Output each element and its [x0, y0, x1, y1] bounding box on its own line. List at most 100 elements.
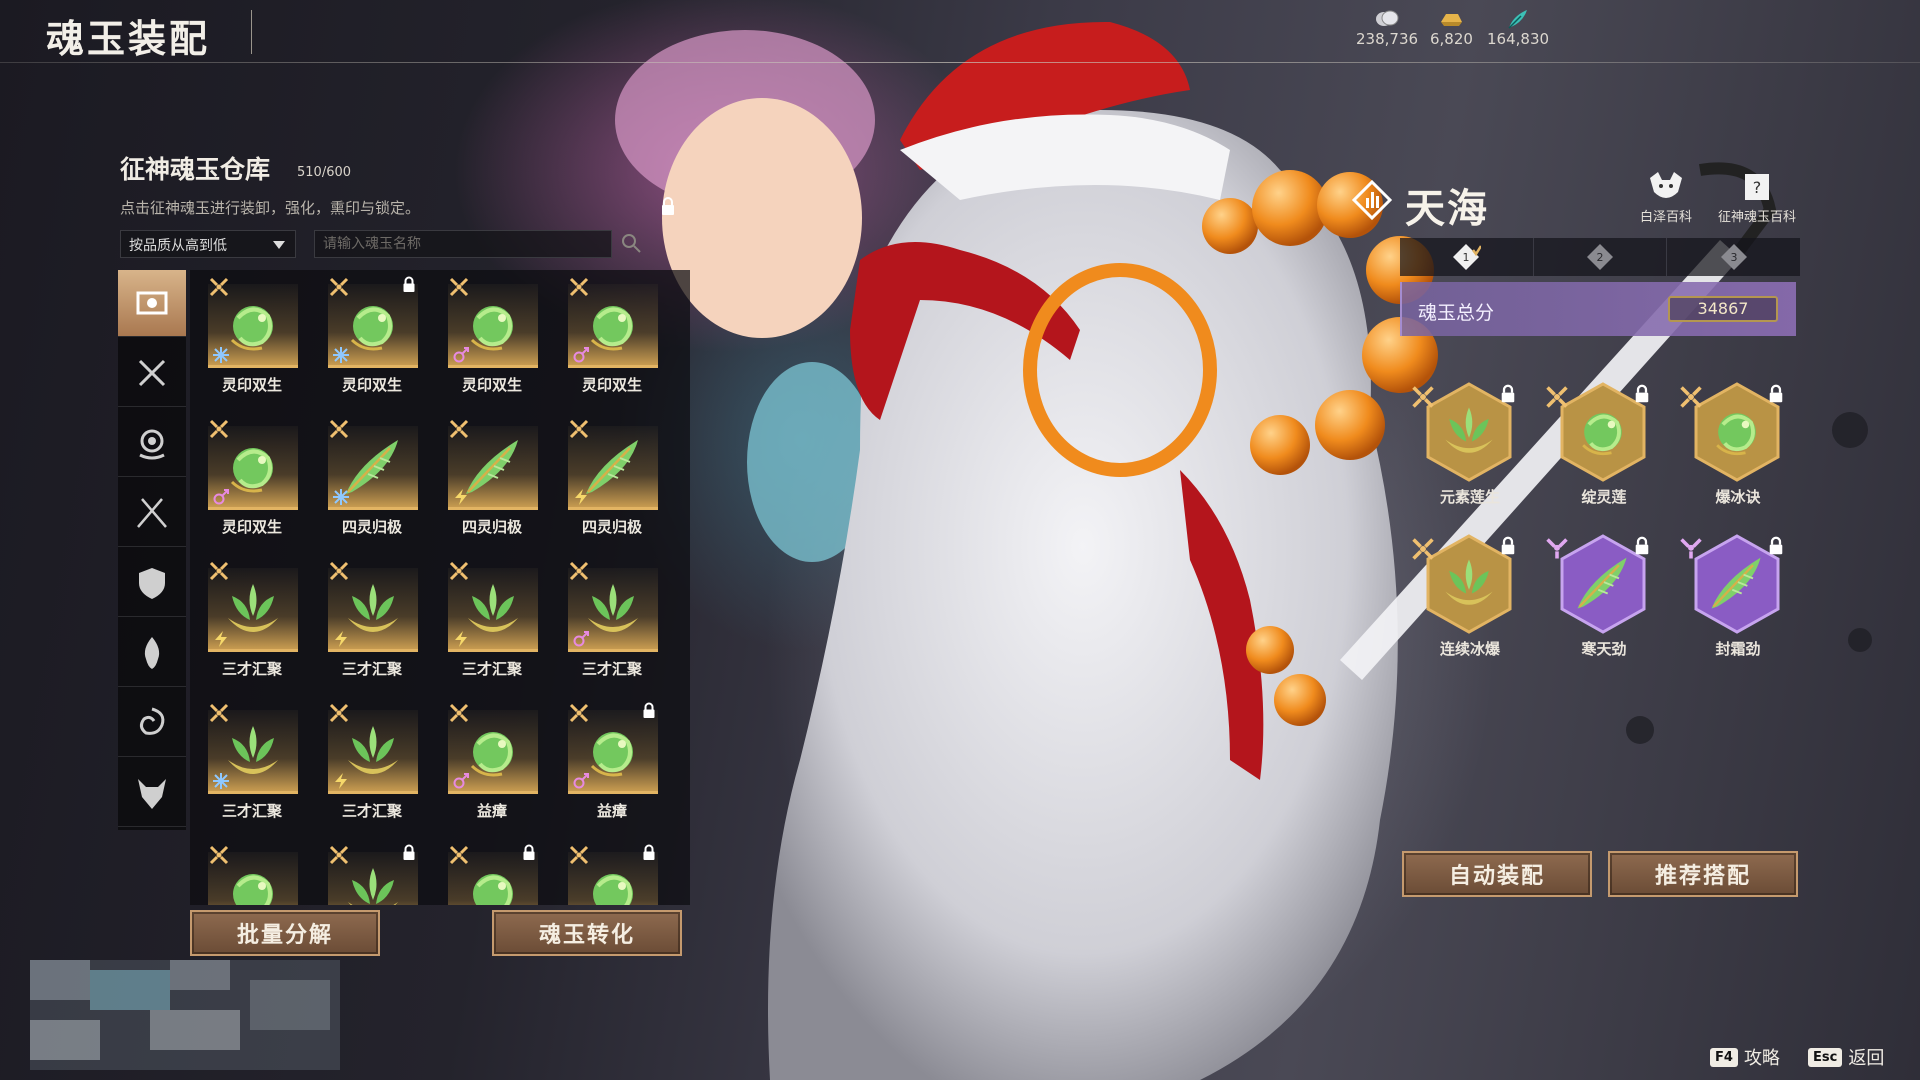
- lightning-element-icon: [332, 772, 350, 790]
- gender-element-icon: [212, 488, 230, 506]
- character-name: 天海: [1405, 186, 1489, 232]
- soul-jade-item[interactable]: 三才汇聚: [204, 700, 300, 825]
- soul-jade-item[interactable]: 三才汇聚: [564, 558, 660, 683]
- set-2-tab[interactable]: 2: [1534, 238, 1668, 276]
- soul-jade-item[interactable]: 三才汇聚: [444, 558, 540, 683]
- equipped-slot[interactable]: 寒天劲: [1544, 534, 1664, 664]
- soul-jade-item[interactable]: 四灵归极: [564, 416, 660, 541]
- hotkey-guide[interactable]: F4 攻略: [1710, 1044, 1780, 1070]
- rarity-tag-icon: [448, 844, 470, 866]
- tab-demon[interactable]: [118, 760, 186, 827]
- slot-gem-icon: [1570, 400, 1636, 462]
- equipped-slot[interactable]: 绽灵莲: [1544, 382, 1664, 512]
- search-icon[interactable]: [620, 232, 642, 254]
- item-name: 三才汇聚: [341, 660, 402, 678]
- item-name: 四灵归极: [341, 518, 402, 536]
- tab-spiral[interactable]: [118, 410, 186, 477]
- soul-jade-item[interactable]: 三才汇聚: [204, 558, 300, 683]
- slot-gem-icon: [1436, 552, 1502, 614]
- decompose-button[interactable]: 批量分解: [190, 910, 380, 956]
- soul-jade-item[interactable]: 益瘴: [444, 700, 540, 825]
- sort-selected: 按品质从高到低: [129, 238, 227, 254]
- currency-gold: 6,820: [1430, 8, 1473, 48]
- prayer-beads: [1023, 170, 1438, 726]
- soul-jade-encyclopedia-button[interactable]: ? 征神魂玉百科: [1718, 168, 1796, 225]
- baize-encyclopedia-label: 白泽百科: [1640, 210, 1693, 225]
- soul-jade-item[interactable]: 灵印双生: [324, 274, 420, 399]
- item-name: 四灵归极: [581, 518, 642, 536]
- item-name: 灵印双生: [341, 376, 402, 394]
- baize-encyclopedia-button[interactable]: 白泽百科: [1640, 168, 1692, 225]
- rarity-tag-icon: [1410, 536, 1436, 562]
- equipped-slot[interactable]: 封霜劲: [1678, 534, 1798, 664]
- title-divider: [251, 10, 252, 54]
- soul-jade-item[interactable]: [564, 842, 660, 905]
- auto-equip-button[interactable]: 自动装配: [1402, 851, 1592, 897]
- soul-jade-item[interactable]: 灵印双生: [444, 274, 540, 399]
- tab-flame[interactable]: [118, 620, 186, 687]
- santa-hat: [900, 21, 1190, 170]
- lock-filter-icon[interactable]: [660, 196, 676, 216]
- soul-jade-item[interactable]: 三才汇聚: [324, 558, 420, 683]
- lightning-element-icon: [452, 630, 470, 648]
- rarity-tag-icon: [448, 560, 470, 582]
- item-grid: 灵印双生 灵印双生 灵印双生 灵印双生 灵印双生 四灵归极 四灵归极 四灵归极 三才汇聚 三才汇聚…: [190, 270, 690, 905]
- lightning-element-icon: [572, 488, 590, 506]
- soul-jade-item[interactable]: [324, 842, 420, 905]
- equipped-slot[interactable]: 元素莲生: [1410, 382, 1530, 512]
- set-selector: 1 2 3: [1400, 238, 1800, 276]
- item-name: 三才汇聚: [581, 660, 642, 678]
- header-divider: [0, 62, 1920, 63]
- set-3-tab[interactable]: 3: [1667, 238, 1800, 276]
- polar-bear: [768, 110, 1398, 1080]
- tab-shield[interactable]: [118, 550, 186, 617]
- soul-jade-item[interactable]: 灵印双生: [204, 274, 300, 399]
- convert-button[interactable]: 魂玉转化: [492, 910, 682, 956]
- slot-gem-icon: [1570, 552, 1636, 614]
- red-scarf: [850, 242, 1080, 420]
- soul-jade-item[interactable]: [444, 842, 540, 905]
- soul-jade-item[interactable]: 四灵归极: [324, 416, 420, 541]
- slot-name: 元素莲生: [1439, 488, 1500, 506]
- gender-element-icon: [452, 346, 470, 364]
- equipped-slot[interactable]: 连续冰爆: [1410, 534, 1530, 664]
- svg-text:?: ?: [1753, 178, 1762, 197]
- tab-swirl[interactable]: [118, 690, 186, 757]
- lock-icon: [642, 702, 656, 719]
- search-input[interactable]: [314, 230, 612, 258]
- page-title: 魂玉装配: [46, 17, 211, 61]
- ice-element-icon: [212, 346, 230, 364]
- tab-all[interactable]: [118, 270, 186, 337]
- tab-swords[interactable]: [118, 340, 186, 407]
- blue-balloon: [747, 362, 877, 562]
- tab-blades[interactable]: [118, 480, 186, 547]
- crossed-swords-icon: [138, 359, 166, 387]
- slot-gem-icon: [1704, 552, 1770, 614]
- lock-icon: [1768, 536, 1784, 556]
- set-1-tab[interactable]: 1: [1400, 238, 1534, 276]
- sort-dropdown[interactable]: 按品质从高到低: [120, 230, 296, 258]
- soul-jade-item[interactable]: 四灵归极: [444, 416, 540, 541]
- soul-jade-item[interactable]: [204, 842, 300, 905]
- soul-jade-item[interactable]: 益瘴: [564, 700, 660, 825]
- item-name: 益瘴: [476, 802, 507, 820]
- soul-jade-item[interactable]: 灵印双生: [204, 416, 300, 541]
- soul-jade-item[interactable]: 三才汇聚: [324, 700, 420, 825]
- soul-jade-item[interactable]: 灵印双生: [564, 274, 660, 399]
- ice-element-icon: [332, 346, 350, 364]
- swirl-icon: [139, 707, 165, 735]
- item-name: 灵印双生: [221, 376, 282, 394]
- slot-gem-icon: [1704, 400, 1770, 462]
- item-name: 三才汇聚: [221, 802, 282, 820]
- equipped-slot[interactable]: 爆冰诀: [1678, 382, 1798, 512]
- rarity-tag-icon: [328, 844, 350, 866]
- blurred-overlay: [30, 960, 340, 1070]
- flame-icon: [144, 637, 160, 669]
- rarity-tag-icon: [208, 702, 230, 724]
- recommend-button[interactable]: 推荐搭配: [1608, 851, 1798, 897]
- slot-name: 绽灵莲: [1581, 488, 1627, 506]
- coin-stack-icon: [1376, 10, 1399, 26]
- gender-element-icon: [572, 346, 590, 364]
- hotkey-back[interactable]: Esc 返回: [1808, 1044, 1884, 1070]
- crossed-blades-icon: [137, 498, 167, 528]
